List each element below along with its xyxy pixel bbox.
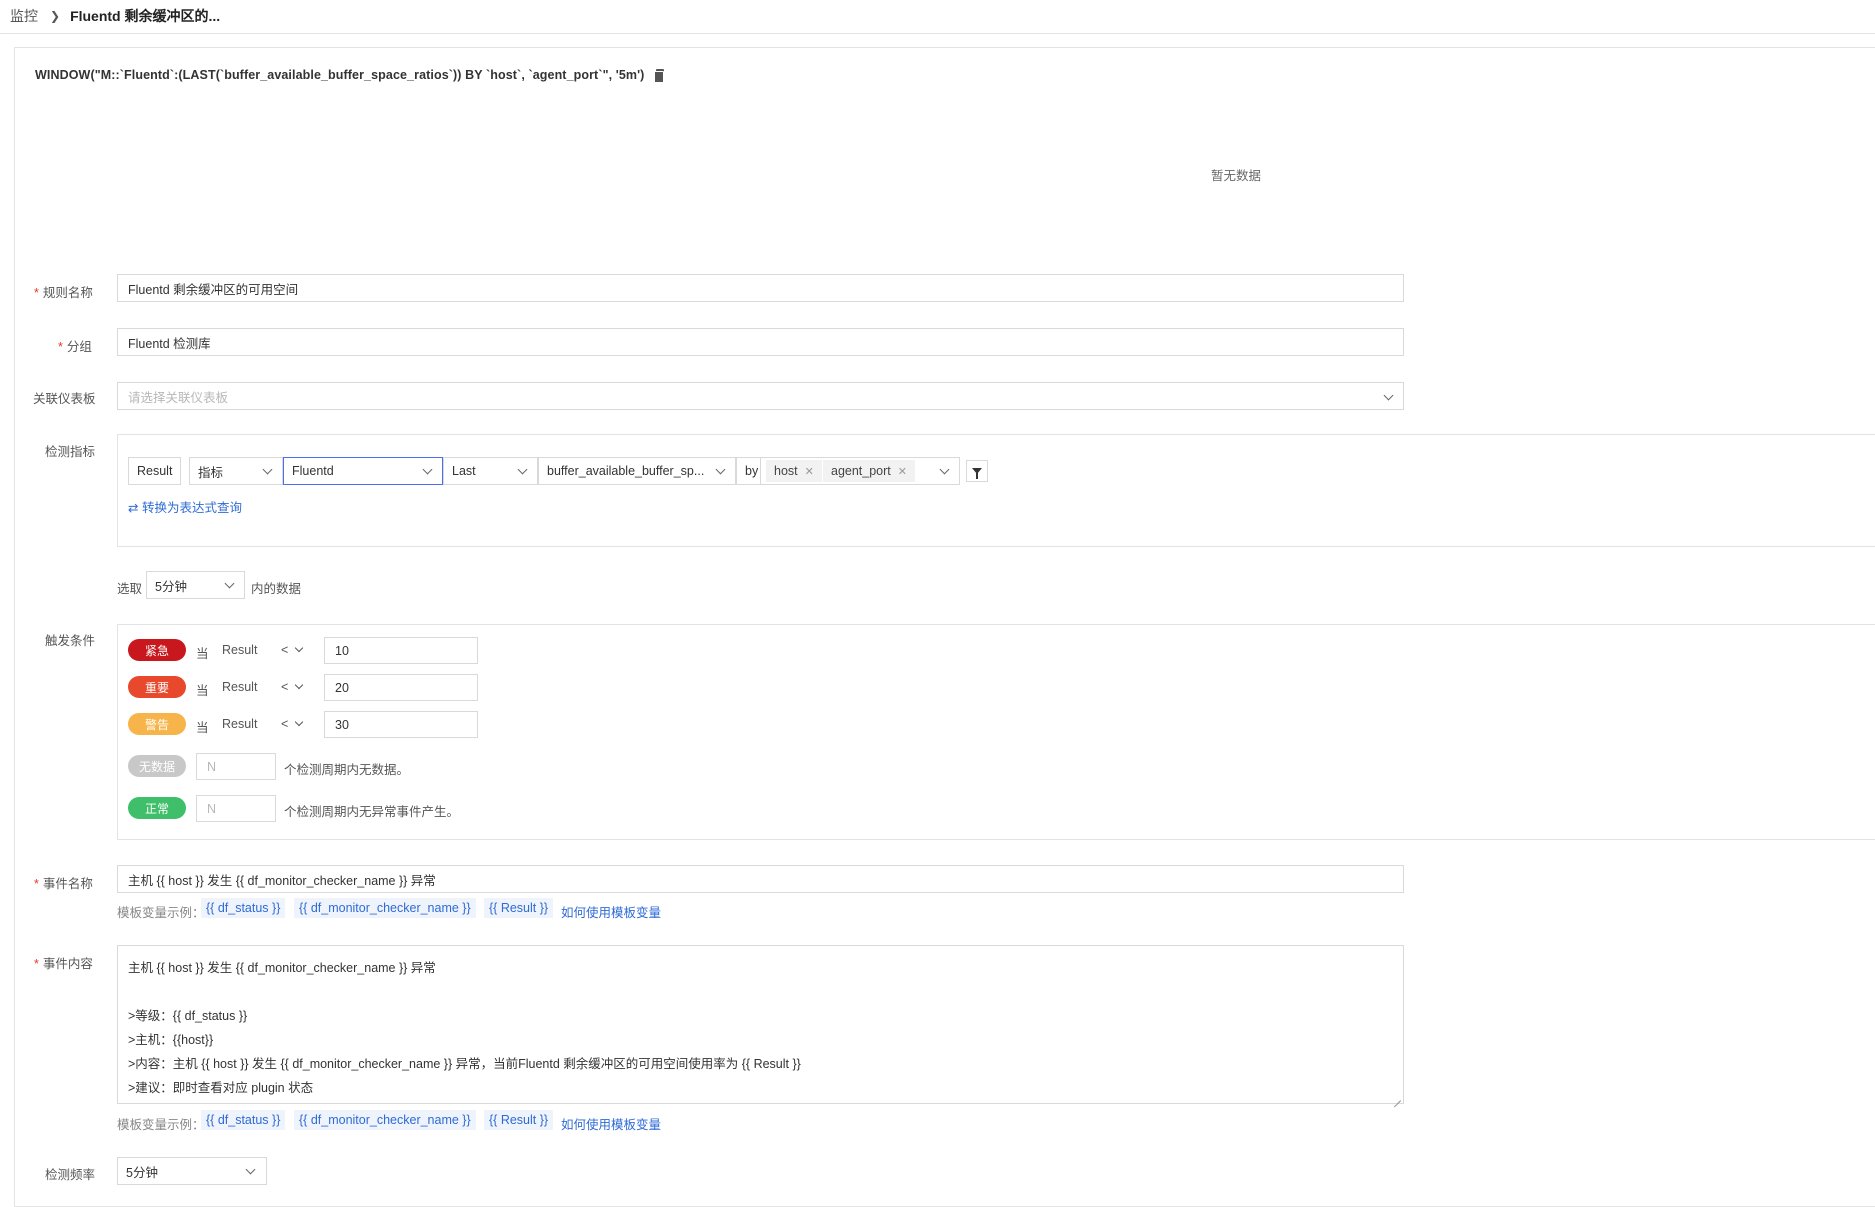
dashboard-select[interactable]: 请选择关联仪表板 [117, 382, 1404, 410]
filter-icon[interactable] [966, 460, 988, 482]
content-line: >主机：{{host}} [128, 1033, 214, 1047]
type-select[interactable]: 指标 [189, 457, 283, 485]
chevron-down-icon [224, 578, 235, 589]
chevron-down-icon [294, 643, 304, 653]
normal-periods-input[interactable]: N [196, 795, 276, 822]
chevron-right-icon: ❯ [50, 9, 61, 23]
field-select[interactable]: buffer_available_buffer_sp... [538, 457, 736, 485]
important-badge: 重要 [128, 676, 186, 698]
breadcrumb-root-link[interactable]: 监控 [10, 6, 38, 26]
convert-to-expression-link[interactable]: ⇄ 转换为表达式查询 [128, 497, 242, 516]
event-name-input[interactable]: 主机 {{ host }} 发生 {{ df_monitor_checker_n… [117, 865, 1404, 893]
copy-icon[interactable] [654, 69, 665, 83]
rule-name-input[interactable]: Fluentd 剩余缓冲区的可用空间 [117, 274, 1404, 302]
tag-agent-port-label: agent_port [831, 464, 891, 478]
breadcrumb-current: Fluentd 剩余缓冲区的... [70, 8, 221, 24]
template-var-chip[interactable]: {{ df_status }} [201, 898, 286, 918]
tag-host[interactable]: host ✕ [766, 460, 822, 482]
critical-badge: 紧急 [128, 639, 186, 661]
breadcrumb: 监控 ❯ Fluentd 剩余缓冲区的... [10, 5, 220, 27]
template-var-chip[interactable]: {{ Result }} [484, 1110, 554, 1130]
nodata-badge: 无数据 [128, 755, 186, 777]
range-select[interactable]: 5分钟 [146, 571, 245, 599]
operator-select[interactable]: < [281, 643, 304, 657]
template-help-link[interactable]: 如何使用模板变量 [561, 1114, 661, 1133]
metric-box [117, 434, 1875, 547]
event-content-label: * 事件内容 [34, 957, 93, 971]
template-hint-prefix: 模板变量示例： [117, 1118, 205, 1132]
warning-badge: 警告 [128, 713, 186, 735]
group-input[interactable]: Fluentd 检测库 [117, 328, 1404, 356]
query-preview: WINDOW("M::`Fluentd`:(LAST(`buffer_avail… [35, 68, 665, 83]
content-line: >建议：即时查看对应 plugin 状态 [128, 1081, 314, 1095]
dashboard-placeholder: 请选择关联仪表板 [128, 390, 229, 405]
top-bar: 监控 ❯ Fluentd 剩余缓冲区的... [0, 0, 1875, 34]
result-alias[interactable]: Result [128, 457, 181, 485]
chevron-down-icon [294, 680, 304, 690]
template-hint-prefix: 模板变量示例： [117, 906, 205, 920]
chart-empty-text: 暂无数据 [1211, 169, 1262, 183]
range-suffix: 内的数据 [251, 582, 302, 596]
close-icon[interactable]: ✕ [898, 465, 907, 478]
type-value: 指标 [198, 465, 224, 480]
frequency-select[interactable]: 5分钟 [117, 1157, 267, 1185]
chevron-down-icon [517, 464, 528, 475]
range-value: 5分钟 [155, 579, 187, 594]
metric-label: 检测指标 [45, 445, 96, 459]
important-threshold-input[interactable]: 20 [324, 674, 478, 701]
query-text: WINDOW("M::`Fluentd`:(LAST(`buffer_avail… [35, 68, 645, 82]
template-help-link[interactable]: 如何使用模板变量 [561, 902, 661, 921]
condition-field: Result [222, 643, 258, 657]
chevron-down-icon [422, 464, 433, 475]
operator-select[interactable]: < [281, 680, 304, 694]
divider [760, 457, 761, 485]
by-label: by [745, 464, 759, 478]
template-var-chip[interactable]: {{ Result }} [484, 898, 554, 918]
template-var-chip[interactable]: {{ df_monitor_checker_name }} [294, 898, 476, 918]
when-label: 当 [196, 647, 209, 661]
content-line: >内容：主机 {{ host }} 发生 {{ df_monitor_check… [128, 1057, 801, 1071]
critical-threshold-input[interactable]: 10 [324, 637, 478, 664]
warning-threshold-input[interactable]: 30 [324, 711, 478, 738]
dashboard-label: 关联仪表板 [33, 392, 96, 406]
chevron-down-icon [939, 464, 950, 475]
when-label: 当 [196, 684, 209, 698]
content-line: >等级：{{ df_status }} [128, 1009, 248, 1023]
nodata-text: 个检测周期内无数据。 [284, 763, 410, 777]
event-name-label: * 事件名称 [34, 877, 93, 891]
group-label: * 分组 [58, 340, 92, 354]
field-value: buffer_available_buffer_sp... [547, 464, 705, 478]
close-icon[interactable]: ✕ [805, 465, 814, 478]
chevron-down-icon [294, 717, 304, 727]
condition-field: Result [222, 680, 258, 694]
template-var-chip[interactable]: {{ df_status }} [201, 1110, 286, 1130]
chevron-down-icon [1383, 390, 1394, 401]
tag-agent-port[interactable]: agent_port ✕ [823, 460, 915, 482]
when-label: 当 [196, 721, 209, 735]
frequency-label: 检测频率 [45, 1168, 96, 1182]
tag-host-label: host [774, 464, 798, 478]
template-var-chip[interactable]: {{ df_monitor_checker_name }} [294, 1110, 476, 1130]
range-prefix: 选取 [117, 582, 143, 596]
frequency-value: 5分钟 [126, 1165, 158, 1180]
trigger-label: 触发条件 [45, 634, 96, 648]
resize-handle-icon[interactable] [1393, 1093, 1401, 1101]
normal-badge: 正常 [128, 797, 186, 819]
measurement-select[interactable]: Fluentd [283, 457, 443, 485]
content-line: 主机 {{ host }} 发生 {{ df_monitor_checker_n… [128, 961, 436, 975]
condition-field: Result [222, 717, 258, 731]
operator-select[interactable]: < [281, 717, 304, 731]
nodata-periods-input[interactable]: N [196, 753, 276, 780]
measurement-value: Fluentd [292, 464, 334, 478]
chevron-down-icon [715, 464, 726, 475]
chevron-down-icon [262, 464, 273, 475]
normal-text: 个检测周期内无异常事件产生。 [284, 805, 460, 819]
event-content-textarea[interactable]: 主机 {{ host }} 发生 {{ df_monitor_checker_n… [117, 945, 1404, 1104]
chevron-down-icon [245, 1164, 256, 1175]
rule-name-label: * 规则名称 [34, 286, 93, 300]
function-select[interactable]: Last [443, 457, 538, 485]
function-value: Last [452, 464, 476, 478]
